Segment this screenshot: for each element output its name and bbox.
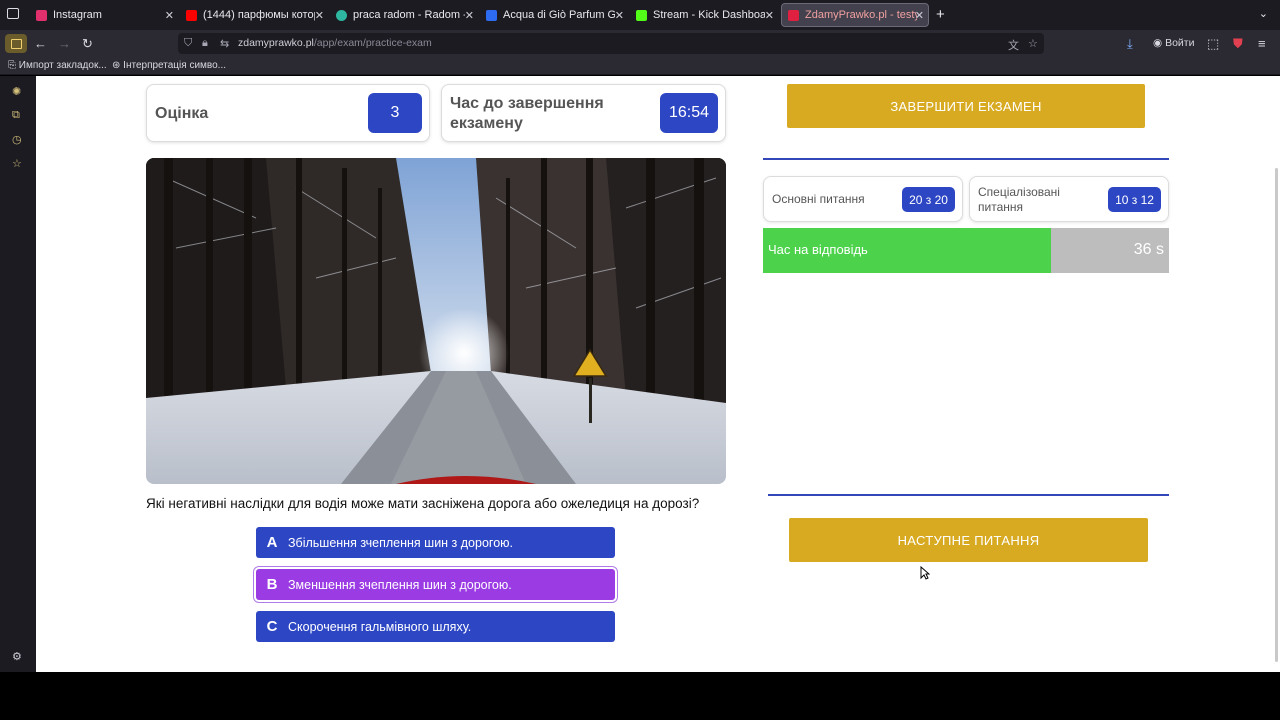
page-scrollbar[interactable] (1275, 168, 1278, 662)
youtube-icon (186, 9, 197, 21)
divider (768, 494, 1169, 496)
tab-instagram[interactable]: Instagram ✕ (30, 3, 178, 27)
account-button[interactable]: ◉ Войти (1153, 37, 1194, 49)
special-questions-card: Спеціалізовані питання 10 з 12 (969, 176, 1169, 222)
time-label-line1: Час до завершення (450, 95, 604, 112)
answer-timer-label: Час на відповідь (768, 242, 868, 257)
navigation-bar: ← → ↻ ⛉ 🔒︎ ⇆ zdamyprawko.pl/app/exam/pra… (0, 30, 1280, 57)
winter-road-photo (146, 158, 726, 484)
close-icon[interactable]: ✕ (465, 9, 474, 22)
time-label: Час до завершення екзамену (450, 94, 604, 134)
answer-text: Скорочення гальмівного шляху. (288, 619, 472, 634)
answer-option-a[interactable]: A Збільшення зчеплення шин з дорогою. (256, 527, 615, 558)
close-icon[interactable]: ✕ (315, 9, 324, 22)
score-card: Оцінка 3 (146, 84, 430, 142)
tab-label: praca radom - Radom - spraw (353, 9, 465, 21)
reload-icon[interactable]: ↻ (82, 36, 93, 52)
divider (763, 158, 1169, 160)
close-icon[interactable]: ✕ (765, 9, 774, 22)
url-text[interactable]: zdamyprawko.pl/app/exam/practice-exam (238, 37, 432, 49)
permissions-icon[interactable]: ⇆ (220, 37, 229, 50)
question-text: Які негативні наслідки для водія може ма… (146, 496, 700, 511)
site-icon (336, 9, 347, 21)
time-remaining-card: Час до завершення екзамену 16:54 (441, 84, 726, 142)
forward-icon[interactable]: → (58, 36, 71, 51)
bookmark-import[interactable]: ⎘ Импорт закладок... (8, 60, 107, 71)
lock-icon[interactable]: 🔒︎ (202, 37, 208, 50)
close-icon[interactable]: ✕ (165, 9, 174, 22)
score-badge: 3 (368, 93, 422, 133)
bookmark-label: Інтерпретація симво... (123, 60, 226, 71)
answer-letter: A (266, 534, 278, 551)
answer-option-b[interactable]: B Зменшення зчеплення шин з дорогою. (256, 569, 615, 600)
sidebar-toggle-button[interactable] (5, 34, 27, 53)
bookmark-interpretation[interactable]: ⊛ Інтерпретація симво... (112, 60, 226, 71)
browser-sidebar: ✺ ⧉ ◷ ☆ ⚙ (0, 76, 36, 672)
answer-timer-bar: Час на відповідь 36 s (763, 228, 1169, 273)
exam-page: Оцінка 3 Час до завершення екзамену 16:54… (36, 76, 1280, 672)
basic-questions-label: Основні питання (772, 192, 865, 206)
answer-option-c[interactable]: C Скорочення гальмівного шляху. (256, 611, 615, 642)
back-icon[interactable]: ← (34, 36, 47, 51)
kick-icon (636, 9, 647, 21)
tab-label: ZdamyPrawko.pl - testy na p (805, 9, 917, 21)
mouse-cursor-icon (920, 566, 930, 580)
bookmark-star-icon[interactable]: ☆ (1028, 37, 1038, 50)
finish-exam-button[interactable]: ЗАВЕРШИТИ ЕКЗАМЕН (787, 84, 1145, 128)
tab-acqua[interactable]: Acqua di Giò Parfum Giorgio ✕ (480, 3, 628, 27)
zdamyprawko-icon (788, 9, 799, 21)
translate-icon[interactable]: 文 (1008, 37, 1019, 53)
list-tabs-icon[interactable]: ⌄ (1259, 7, 1268, 20)
new-tab-button[interactable]: + (936, 6, 945, 23)
bookmark-label: Импорт закладок... (18, 60, 107, 71)
tab-overview-icon[interactable] (7, 8, 19, 19)
tab-label: Stream - Kick Dashboard (653, 9, 765, 21)
address-bar[interactable]: ⛉ 🔒︎ ⇆ zdamyprawko.pl/app/exam/practice-… (178, 33, 1044, 54)
special-questions-label: Спеціалізовані питання (978, 185, 1060, 215)
score-label: Оцінка (155, 105, 209, 122)
downloads-icon[interactable]: ⤓ (1127, 36, 1133, 52)
special-label-line2: питання (978, 200, 1023, 214)
tab-label: Acqua di Giò Parfum Giorgio (503, 9, 615, 21)
menu-icon[interactable]: ≡ (1258, 36, 1266, 51)
instagram-icon (36, 9, 47, 21)
answer-letter: C (266, 618, 278, 635)
time-label-line2: екзамену (450, 115, 523, 132)
url-host: zdamyprawko.pl (238, 37, 314, 49)
ai-chat-icon[interactable]: ✺ (12, 85, 21, 98)
tab-kick[interactable]: Stream - Kick Dashboard ✕ (630, 3, 778, 27)
answer-text: Збільшення зчеплення шин з дорогою. (288, 535, 513, 550)
history-icon[interactable]: ◷ (12, 133, 22, 146)
close-icon[interactable]: ✕ (915, 9, 924, 22)
basic-questions-badge: 20 з 20 (902, 187, 955, 212)
bookmarks-bar: ⎘ Импорт закладок... ⊛ Інтерпретація сим… (0, 57, 1280, 75)
shield-icon[interactable]: ⛉ (184, 37, 192, 50)
close-icon[interactable]: ✕ (615, 9, 624, 22)
tab-label: (1444) парфюмы которые п (203, 9, 315, 21)
answer-letter: B (266, 576, 278, 593)
tab-praca[interactable]: praca radom - Radom - spraw ✕ (330, 3, 478, 27)
site-icon (486, 9, 497, 21)
question-image (146, 158, 726, 484)
next-question-button[interactable]: НАСТУПНЕ ПИТАННЯ (789, 518, 1148, 562)
ublock-icon[interactable]: ⛊ (1233, 36, 1243, 52)
special-label-line1: Спеціалізовані (978, 185, 1060, 199)
url-path: /app/exam/practice-exam (313, 37, 432, 49)
synced-tabs-icon[interactable]: ⧉ (12, 109, 20, 122)
login-label: Войти (1165, 37, 1195, 49)
time-remaining-badge: 16:54 (660, 93, 718, 133)
extensions-icon[interactable]: ⬚ (1207, 36, 1219, 52)
answer-text: Зменшення зчеплення шин з дорогою. (288, 577, 512, 592)
basic-questions-card: Основні питання 20 з 20 (763, 176, 963, 222)
bookmarks-icon[interactable]: ☆ (12, 157, 22, 170)
special-questions-badge: 10 з 12 (1108, 187, 1161, 212)
answer-timer-value: 36 s (1133, 241, 1164, 258)
tab-zdamyprawko[interactable]: ZdamyPrawko.pl - testy na p ✕ (781, 3, 929, 27)
tab-label: Instagram (53, 9, 102, 21)
settings-gear-icon[interactable]: ⚙ (12, 650, 22, 663)
tab-bar: Instagram ✕ (1444) парфюмы которые п ✕ p… (0, 0, 1280, 30)
tab-youtube[interactable]: (1444) парфюмы которые п ✕ (180, 3, 328, 27)
